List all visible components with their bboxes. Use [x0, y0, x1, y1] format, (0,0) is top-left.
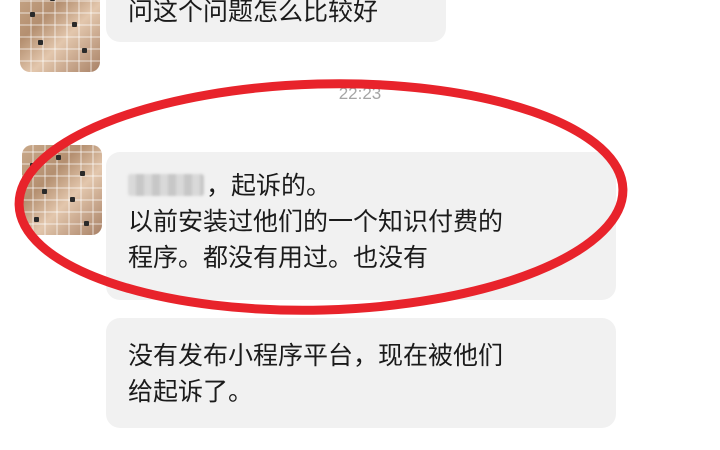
message-bubble[interactable]: ，起诉的。 以前安装过他们的一个知识付费的 程序。都没有用过。也没有 [106, 152, 616, 300]
message-line-text: ，起诉的。 [206, 171, 332, 200]
message-line: 没有发布小程序平台，现在被他们 [128, 341, 504, 370]
message-text: 问这个问题怎么比较好 [128, 0, 379, 26]
message-line: ，起诉的。 [128, 168, 596, 204]
redacted-name-icon [128, 174, 204, 196]
contact-avatar[interactable] [22, 145, 102, 235]
message-timestamp: 22:23 [338, 84, 382, 103]
message-line: 给起诉了。 [128, 377, 254, 406]
message-bubble[interactable]: 问这个问题怎么比较好 [106, 0, 446, 42]
message-bubble[interactable]: 没有发布小程序平台，现在被他们 给起诉了。 [106, 318, 616, 428]
message-line: 以前安装过他们的一个知识付费的 [128, 207, 504, 236]
chat-area: 问这个问题怎么比较好 22:23 ，起诉的。 以前安装过他们的一个知识付费的 程… [0, 0, 720, 450]
message-line: 程序。都没有用过。也没有 [128, 243, 429, 272]
contact-avatar[interactable] [20, 0, 100, 72]
